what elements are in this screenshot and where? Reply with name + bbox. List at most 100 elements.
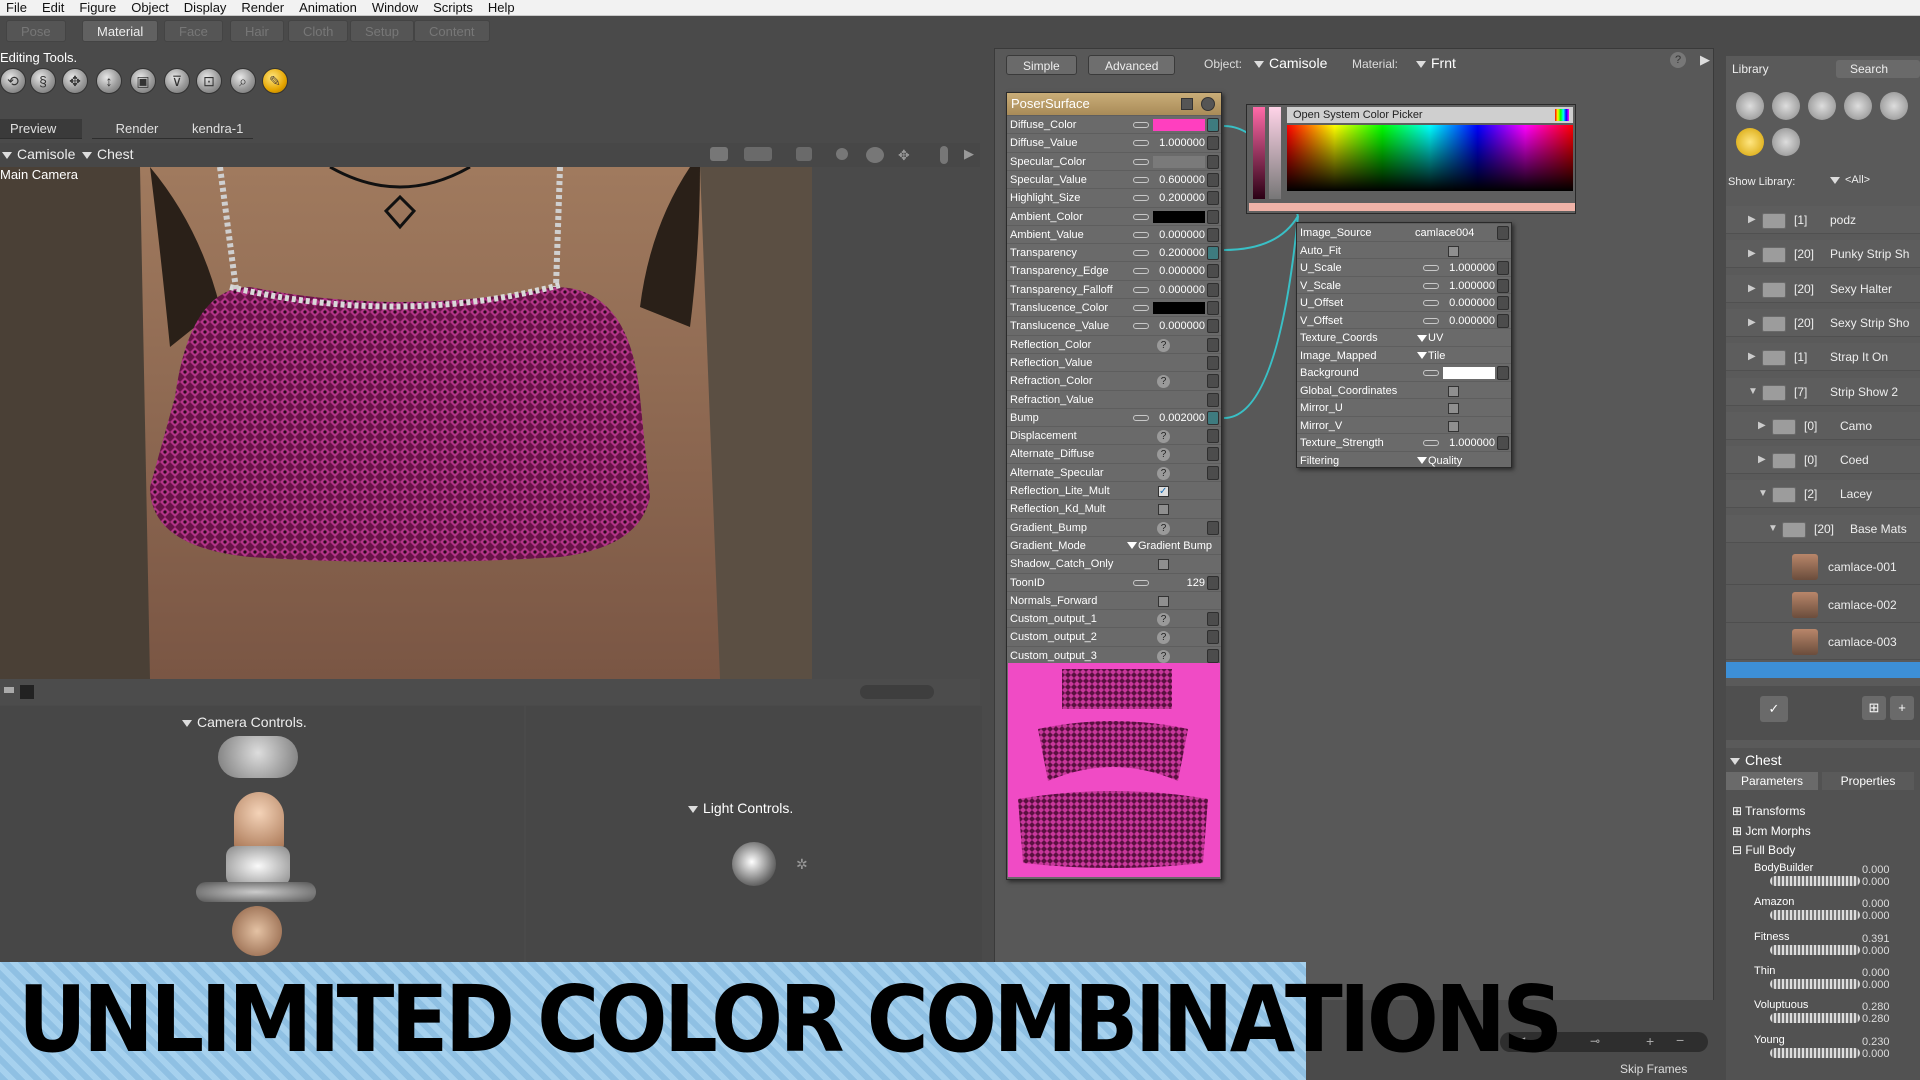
checkbox[interactable] [1158, 559, 1169, 571]
link-icon[interactable] [1423, 282, 1439, 289]
dial-value[interactable]: 0.000 [1862, 898, 1890, 910]
input-plug-icon[interactable] [1497, 261, 1509, 275]
tab-cloth[interactable]: Cloth [288, 20, 349, 42]
apply-check-icon[interactable]: ✓ [1760, 696, 1788, 722]
twist-tool-icon[interactable]: § [30, 68, 56, 94]
add-to-library-icon[interactable]: ⊞ [1862, 696, 1886, 720]
chevron-down-icon[interactable]: ▼ [1758, 480, 1768, 508]
dial-value[interactable]: 0.000 [1862, 864, 1890, 876]
hair-category-icon[interactable] [1844, 92, 1872, 120]
property-row[interactable]: Translucence_Color [1007, 298, 1221, 316]
property-row[interactable]: Custom_output_2? [1007, 627, 1221, 645]
help-icon[interactable]: ? [1157, 631, 1170, 645]
input-plug-icon[interactable] [1497, 436, 1509, 450]
system-color-icon[interactable] [1555, 109, 1569, 121]
parameter-group[interactable]: ⊟ Full Body [1732, 843, 1795, 857]
expressions-category-icon[interactable] [1808, 92, 1836, 120]
link-icon[interactable] [1133, 305, 1149, 311]
color-picker-panel[interactable]: Open System Color Picker [1246, 104, 1576, 214]
input-plug-icon[interactable] [1207, 465, 1219, 480]
help-icon[interactable]: ? [1670, 52, 1686, 68]
add-key-icon[interactable]: + [1646, 1033, 1654, 1049]
value-slider[interactable] [1253, 107, 1265, 199]
library-folder[interactable]: ▶ [20] Sexy Halter [1726, 274, 1920, 303]
parameter-dial[interactable] [1770, 944, 1860, 955]
checkbox[interactable] [1448, 420, 1459, 432]
display-style-icon[interactable] [744, 147, 772, 161]
checkbox[interactable] [1448, 403, 1459, 414]
input-plug-icon[interactable] [1207, 191, 1219, 206]
rotate-tool-icon[interactable]: ⟲ [0, 68, 26, 94]
parameter-dial[interactable] [1770, 1047, 1860, 1058]
input-plug-icon[interactable] [1207, 136, 1219, 151]
property-menu[interactable]: Quality [1417, 452, 1462, 470]
property-row[interactable]: Gradient_Mode Gradient Bump [1007, 535, 1221, 555]
help-icon[interactable]: ? [1157, 375, 1170, 389]
library-folder[interactable]: ▶ [1] podz [1726, 206, 1920, 234]
chevron-right-icon[interactable]: ▶ [1748, 275, 1756, 303]
property-row[interactable]: Reflection_Kd_Mult [1007, 499, 1221, 517]
chevron-right-icon[interactable]: ▶ [1758, 446, 1766, 474]
menu-item-edit[interactable]: Edit [36, 0, 73, 16]
plus-icon[interactable]: + [1890, 696, 1914, 720]
tab-properties[interactable]: Properties [1822, 772, 1914, 790]
link-icon[interactable] [1133, 286, 1149, 293]
property-row[interactable]: Refraction_Color? [1007, 371, 1221, 389]
property-row[interactable]: ToonID 129 [1007, 572, 1221, 591]
property-row[interactable]: Bump 0.002000 [1007, 407, 1221, 427]
link-icon[interactable] [1133, 213, 1149, 220]
property-menu[interactable]: Gradient Bump [1127, 537, 1212, 555]
property-row[interactable]: Custom_output_3? [1007, 645, 1221, 664]
property-menu[interactable]: UV [1417, 329, 1443, 347]
property-value[interactable]: 0.002000 [1152, 409, 1205, 427]
input-plug-icon[interactable] [1207, 337, 1219, 352]
dial-value[interactable]: 0.230 [1862, 1036, 1890, 1048]
property-row[interactable]: Ambient_Color [1007, 206, 1221, 225]
property-row[interactable]: Transparency 0.200000 [1007, 243, 1221, 261]
link-icon[interactable] [1133, 268, 1149, 275]
input-plug-icon[interactable] [1207, 301, 1219, 315]
property-value[interactable]: 1.000000 [1152, 134, 1205, 152]
chain-break-tool-icon[interactable]: ⊡ [196, 68, 222, 94]
input-plug-icon[interactable] [1207, 447, 1219, 462]
input-plug-icon[interactable] [1207, 392, 1219, 407]
property-row[interactable]: Specular_Color [1007, 151, 1221, 170]
property-row[interactable]: Diffuse_Value 1.000000 [1007, 133, 1221, 151]
link-icon[interactable] [1133, 579, 1149, 586]
property-value[interactable]: 0.000000 [1152, 262, 1205, 280]
property-value[interactable]: 1.000000 [1442, 277, 1495, 295]
globe-icon[interactable] [866, 147, 884, 163]
property-value[interactable]: 0.000000 [1442, 312, 1495, 330]
move-xy-icon[interactable] [232, 906, 282, 956]
expand-icon[interactable]: ⊞ [1732, 804, 1745, 818]
input-plug-icon[interactable] [1207, 429, 1219, 444]
property-row[interactable]: Mirror_U [1297, 398, 1511, 416]
checkbox[interactable]: ✓ [1158, 486, 1169, 497]
input-plug-icon[interactable] [1207, 612, 1219, 627]
checkbox[interactable] [1448, 385, 1459, 397]
tab-material[interactable]: Material [82, 20, 159, 42]
parameter-group[interactable]: ⊞ Jcm Morphs [1732, 824, 1811, 838]
chevron-right-icon[interactable]: ▶ [1758, 412, 1766, 440]
input-plug-icon[interactable] [1207, 282, 1219, 297]
link-icon[interactable] [1423, 317, 1439, 324]
dial-value[interactable]: 0.391 [1862, 933, 1890, 945]
hands-icon[interactable] [218, 736, 298, 778]
tab-setup[interactable]: Setup [350, 20, 414, 42]
node-options-icon[interactable] [1201, 97, 1215, 111]
property-row[interactable]: Refraction_Value [1007, 389, 1221, 408]
color-swatch-icon[interactable] [20, 685, 34, 699]
color-swatch[interactable] [1153, 119, 1205, 131]
input-plug-icon[interactable] [1207, 172, 1219, 187]
property-value[interactable]: 0.000000 [1152, 226, 1205, 244]
input-plug-icon[interactable] [1207, 374, 1219, 389]
chevron-down-icon[interactable]: ▼ [1768, 515, 1778, 543]
help-icon[interactable]: ? [1157, 649, 1170, 663]
help-icon[interactable]: ? [1157, 466, 1170, 480]
material-select-tool-icon[interactable]: ✎ [262, 68, 288, 94]
tab-render[interactable]: Render [92, 119, 182, 139]
property-value[interactable]: 0.200000 [1152, 189, 1205, 207]
library-folder[interactable]: ▶ [0] Camo [1726, 411, 1920, 440]
tab-content[interactable]: Content [414, 20, 490, 42]
library-item-selected[interactable] [1726, 661, 1920, 678]
